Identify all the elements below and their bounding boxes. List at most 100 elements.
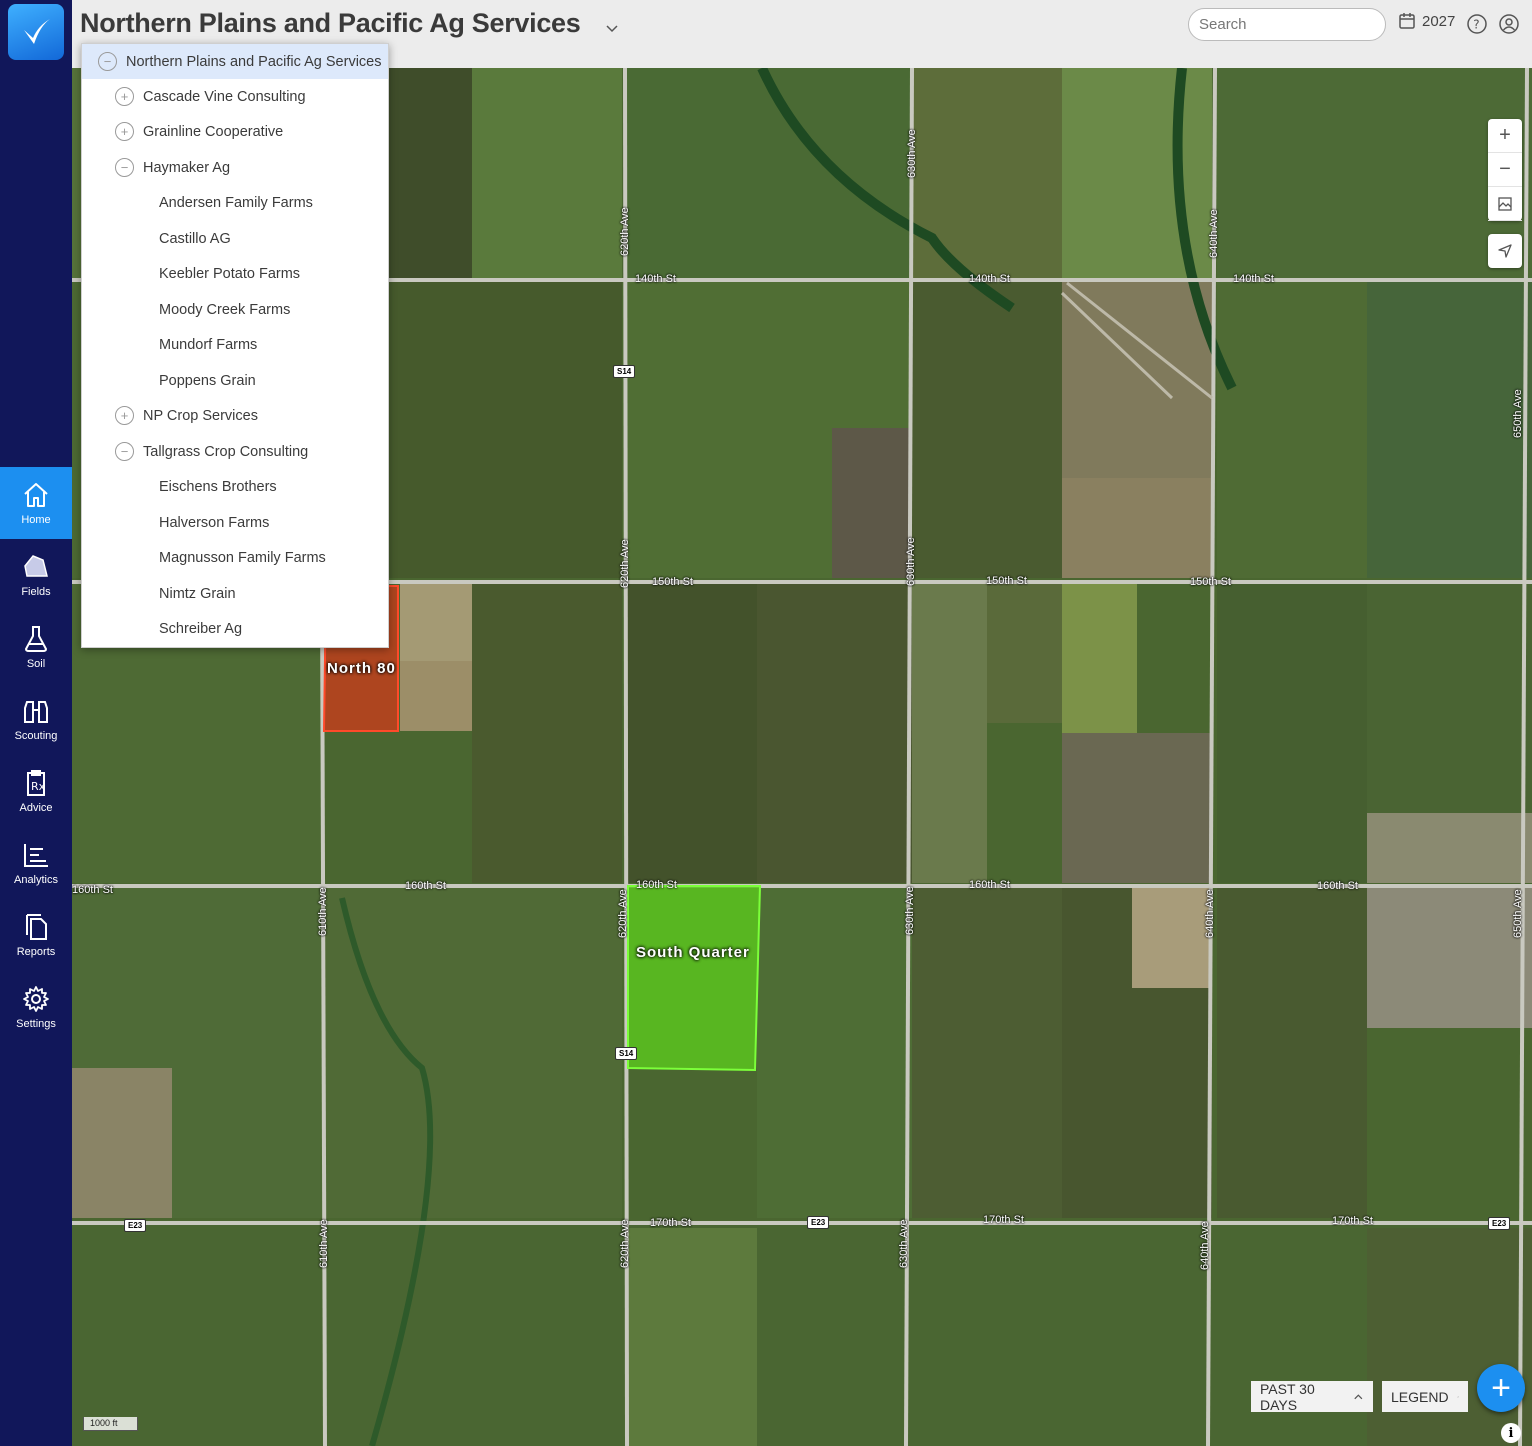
analytics-icon [24, 844, 48, 867]
road-label: 630th Ave [898, 1219, 910, 1268]
org-item-label: Cascade Vine Consulting [143, 88, 306, 105]
nav-analytics-label: Analytics [13, 874, 59, 886]
road-label: 170th St [1332, 1215, 1373, 1227]
nav-reports[interactable]: Reports [0, 899, 72, 971]
road-label: 630th Ave [906, 129, 918, 178]
nav-scouting[interactable]: Scouting [0, 683, 72, 755]
org-item[interactable]: + Cascade Vine Consulting [82, 79, 388, 114]
route-shield: E23 [1488, 1217, 1511, 1230]
nav-fields[interactable]: Fields [0, 539, 72, 611]
collapse-icon[interactable]: − [115, 158, 134, 177]
org-item-label: NP Crop Services [143, 407, 258, 424]
nav-scouting-label: Scouting [14, 730, 58, 742]
road-label: 160th St [636, 879, 677, 891]
route-shield: S14 [613, 365, 636, 378]
check-logo-icon [24, 19, 50, 44]
zoom-out-button[interactable]: − [1488, 153, 1522, 187]
road-label: 650th Ave [1512, 389, 1524, 438]
header-bar: Northern Plains and Pacific Ag Services … [72, 0, 1532, 48]
road-label: 650th Ave [1512, 889, 1524, 938]
chevron-up-icon [1456, 1395, 1459, 1398]
year-label: 2027 [1422, 12, 1456, 30]
road-label: 150th St [652, 576, 693, 588]
map-scale-bar: 1000 ft [83, 1417, 138, 1431]
sidebar: Home Fields Soil Scouting Rx Advice Anal… [0, 0, 72, 1446]
org-item[interactable]: Schreiber Ag [82, 611, 388, 646]
nav-analytics[interactable]: Analytics [0, 827, 72, 899]
help-icon[interactable]: ? [1466, 13, 1488, 35]
nav-home[interactable]: Home [0, 467, 72, 539]
reports-icon [26, 914, 47, 940]
road-label: 160th St [405, 880, 446, 892]
org-item[interactable]: Halverson Farms [82, 505, 388, 540]
expand-icon[interactable]: + [115, 406, 134, 425]
add-button[interactable]: + [1477, 1364, 1525, 1412]
zoom-in-button[interactable]: + [1488, 119, 1522, 153]
info-button[interactable]: i [1501, 1423, 1521, 1443]
nav-home-label: Home [21, 514, 51, 526]
road-label: 170th St [983, 1214, 1024, 1226]
nav-settings[interactable]: Settings [0, 971, 72, 1043]
org-item[interactable]: Nimtz Grain [82, 576, 388, 611]
nav-soil[interactable]: Soil [0, 611, 72, 683]
road-label: 610th Ave [318, 1219, 330, 1268]
field-label-north-80[interactable]: North 80 [327, 660, 396, 677]
road-label: 630th Ave [905, 537, 917, 586]
chevron-down-icon[interactable] [604, 20, 620, 36]
field-label-south-quarter[interactable]: South Quarter [636, 944, 750, 961]
fields-icon [24, 555, 48, 577]
prescription-icon: Rx [27, 770, 46, 796]
app-logo[interactable] [8, 4, 64, 60]
org-item[interactable]: − Tallgrass Crop Consulting [82, 434, 388, 469]
date-range-button[interactable]: PAST 30 DAYS [1251, 1380, 1373, 1413]
org-item[interactable]: Mundorf Farms [82, 327, 388, 362]
org-item[interactable]: Andersen Family Farms [82, 185, 388, 220]
org-item[interactable]: Moody Creek Farms [82, 292, 388, 327]
nav-reports-label: Reports [16, 946, 56, 958]
org-item[interactable]: Magnusson Family Farms [82, 540, 388, 575]
navigation-arrow-icon [1498, 244, 1512, 258]
expand-icon[interactable]: + [115, 122, 134, 141]
expand-icon[interactable]: + [115, 87, 134, 106]
svg-text:Rx: Rx [31, 780, 46, 793]
org-item[interactable]: − Haymaker Ag [82, 150, 388, 185]
date-range-label: PAST 30 DAYS [1260, 1380, 1315, 1413]
home-icon [24, 483, 48, 507]
road-label: 620th Ave [619, 1219, 631, 1268]
field-south-quarter-polygon[interactable] [627, 885, 762, 1072]
org-item[interactable]: Castillo AG [82, 221, 388, 256]
road-label: 150th St [1190, 576, 1231, 588]
legend-button[interactable]: LEGEND [1382, 1381, 1468, 1412]
road-label: 620th Ave [617, 889, 629, 938]
collapse-icon[interactable]: − [115, 442, 134, 461]
locate-me-button[interactable] [1488, 234, 1522, 268]
legend-label: LEGEND [1391, 1388, 1449, 1405]
calendar-icon [1399, 13, 1415, 29]
collapse-icon[interactable]: − [98, 52, 117, 71]
road-label: 140th St [635, 273, 676, 285]
road-label: 160th St [72, 884, 113, 896]
year-selector[interactable]: 2027 [1398, 12, 1455, 30]
road-label: 640th Ave [1208, 209, 1220, 258]
org-item[interactable]: Eischens Brothers [82, 469, 388, 504]
org-item-label: Haymaker Ag [143, 159, 231, 176]
org-item-label: Tallgrass Crop Consulting [143, 443, 309, 460]
binoculars-icon [24, 701, 48, 723]
org-item[interactable]: Keebler Potato Farms [82, 256, 388, 291]
road-label: 170th St [650, 1217, 691, 1229]
nav-advice[interactable]: Rx Advice [0, 755, 72, 827]
route-shield: S14 [615, 1047, 638, 1060]
org-root-item[interactable]: − Northern Plains and Pacific Ag Service… [82, 44, 388, 79]
org-item[interactable]: + Grainline Cooperative [82, 114, 388, 149]
svg-text:?: ? [1473, 18, 1479, 32]
search-input[interactable] [1188, 8, 1386, 41]
nav-settings-label: Settings [16, 1018, 56, 1030]
map-layers-button[interactable] [1488, 187, 1522, 221]
route-shield: E23 [124, 1219, 147, 1232]
org-item[interactable]: Poppens Grain [82, 363, 388, 398]
road-label: 620th Ave [619, 539, 631, 588]
org-item[interactable]: + NP Crop Services [82, 398, 388, 433]
user-account-icon[interactable] [1498, 13, 1520, 35]
road-label: 160th St [969, 879, 1010, 891]
page-title[interactable]: Northern Plains and Pacific Ag Services [80, 8, 581, 39]
